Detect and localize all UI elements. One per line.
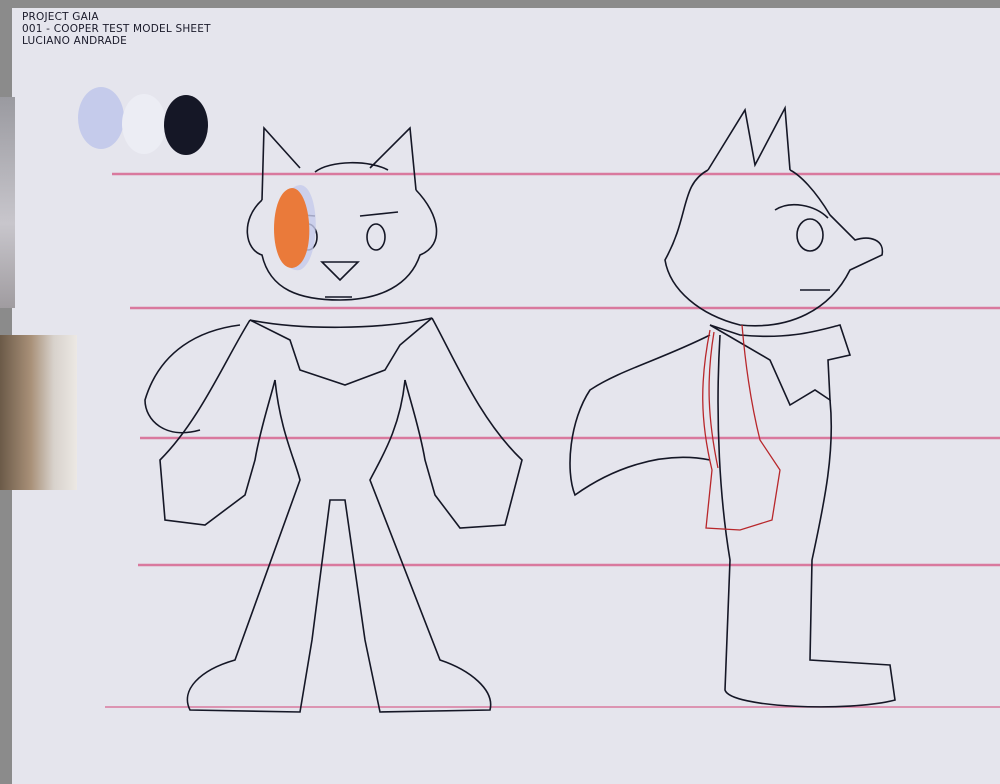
guide-lines — [105, 172, 1000, 708]
palette-swatch-navy — [164, 95, 208, 155]
orange-patch — [274, 185, 316, 271]
artwork — [78, 87, 1000, 713]
side-view-character — [569, 105, 896, 708]
front-view-character — [144, 125, 523, 713]
red-arm-sketch — [702, 324, 781, 531]
palette-swatch-light-blue — [78, 87, 124, 149]
palette-swatch-white — [122, 94, 166, 154]
color-palette — [78, 87, 208, 155]
